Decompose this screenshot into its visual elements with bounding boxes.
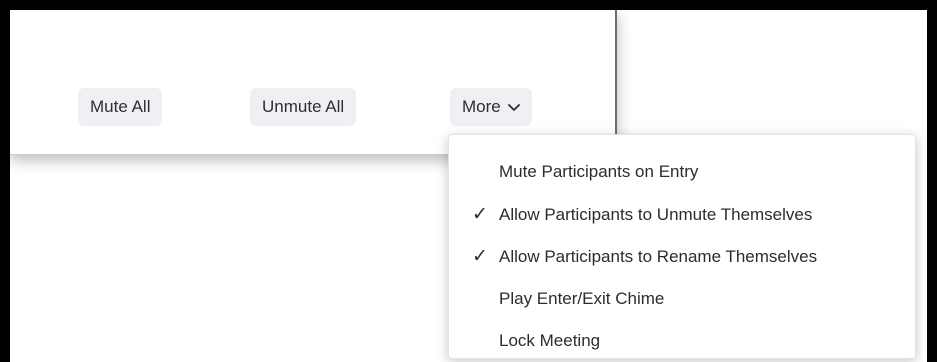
menu-item-label: Play Enter/Exit Chime [499, 289, 665, 308]
more-button[interactable]: More [450, 88, 532, 126]
menu-item-label: Lock Meeting [499, 331, 601, 350]
more-options-menu: Mute Participants on Entry ✓ Allow Parti… [448, 134, 916, 359]
chevron-down-icon [507, 102, 520, 112]
menu-item-label: Allow Participants to Rename Themselves [499, 247, 818, 266]
checkmark-icon: ✓ [472, 204, 488, 225]
menu-item-lock-meeting[interactable]: Lock Meeting [449, 322, 915, 360]
more-label: More [462, 97, 501, 116]
mute-all-button[interactable]: Mute All [78, 88, 163, 126]
menu-item-allow-rename[interactable]: ✓ Allow Participants to Rename Themselve… [449, 238, 915, 276]
unmute-all-button[interactable]: Unmute All [250, 88, 357, 126]
menu-item-mute-participants-on-entry[interactable]: Mute Participants on Entry [449, 153, 915, 191]
menu-item-play-enter-exit-chime[interactable]: Play Enter/Exit Chime [449, 280, 915, 318]
menu-item-allow-unmute[interactable]: ✓ Allow Participants to Unmute Themselve… [449, 196, 915, 234]
menu-item-label: Mute Participants on Entry [499, 162, 699, 181]
menu-item-label: Allow Participants to Unmute Themselves [499, 205, 813, 224]
checkmark-icon: ✓ [472, 246, 488, 267]
unmute-all-label: Unmute All [262, 97, 345, 116]
mute-all-label: Mute All [90, 97, 151, 116]
screenshot-canvas: Mute All Unmute All More Mute Participan… [10, 10, 927, 362]
